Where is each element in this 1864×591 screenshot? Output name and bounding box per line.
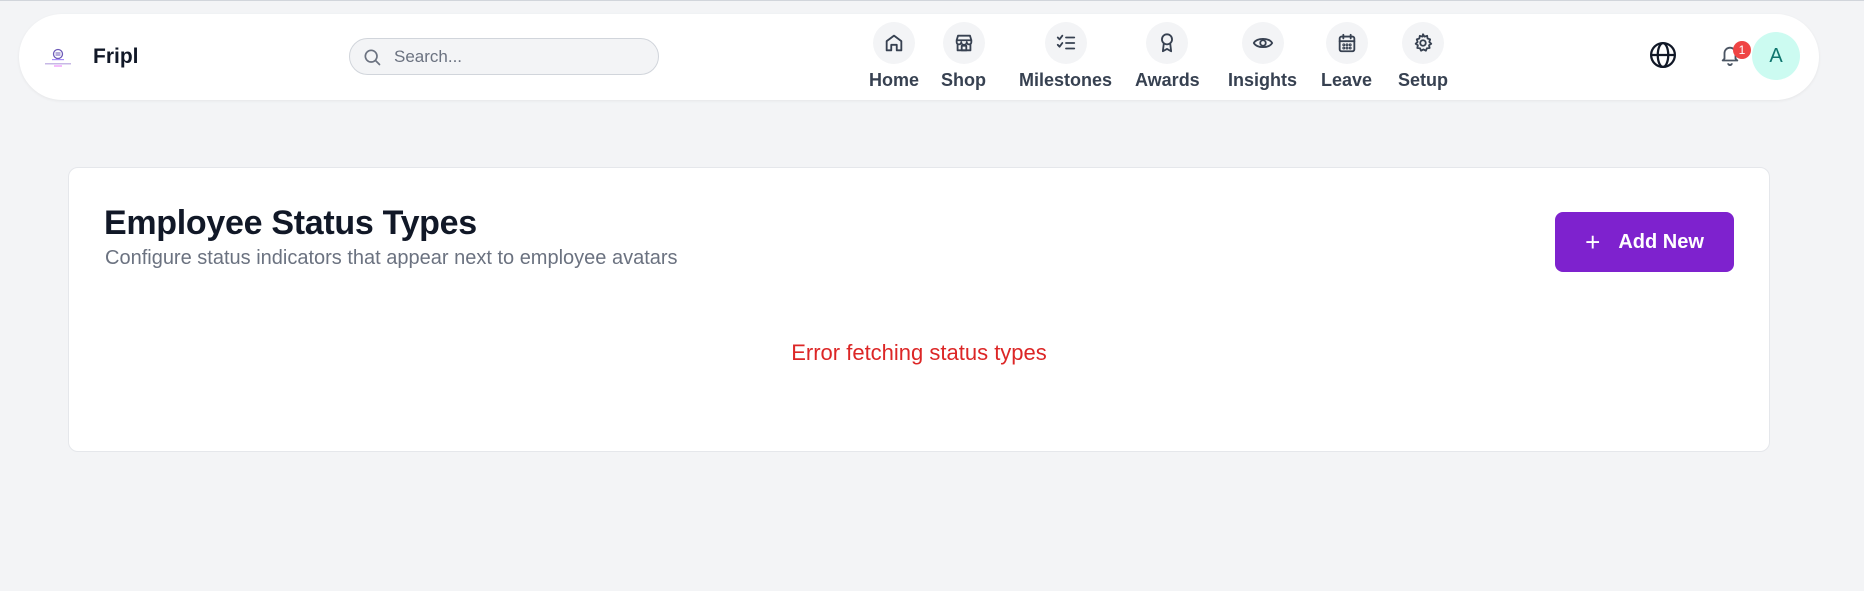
nav-label: Awards [1135,70,1200,90]
company-logo-icon [43,42,73,72]
nav-item-milestones[interactable]: Milestones [1019,22,1112,96]
nav-item-awards[interactable]: Awards [1135,22,1200,96]
nav-label: Leave [1321,70,1373,90]
gear-icon [1402,22,1444,64]
nav-label: Setup [1398,70,1449,90]
nav-item-setup[interactable]: Setup [1398,22,1448,96]
add-new-button[interactable]: + Add New [1555,212,1734,272]
language-button[interactable] [1646,40,1680,74]
error-message: Error fetching status types [791,340,1047,365]
search-icon [362,46,384,68]
nav-item-leave[interactable]: Leave [1321,22,1372,96]
nav-item-insights[interactable]: Insights [1228,22,1297,96]
home-icon [873,22,915,64]
brand[interactable]: Fripl [43,14,139,100]
search-box[interactable] [349,38,659,75]
search-input[interactable] [392,45,646,68]
page-title: Employee Status Types [104,204,477,242]
plus-icon: + [1585,227,1601,257]
nav-label: Shop [941,70,986,90]
notification-badge: 1 [1733,41,1751,59]
page-subtitle: Configure status indicators that appear … [105,247,678,269]
add-new-label: Add New [1618,230,1704,253]
checklist-icon [1044,22,1087,64]
brand-name: Fripl [93,45,139,68]
calendar-icon [1325,22,1368,64]
nav-label: Milestones [1019,70,1113,90]
status-types-card: Employee Status Types Configure status i… [68,167,1770,452]
nav-item-shop[interactable]: Shop [941,22,986,96]
eye-icon [1241,22,1284,64]
user-avatar[interactable]: A [1752,32,1800,80]
top-border [0,0,1864,13]
nav-label: Insights [1228,70,1298,90]
globe-icon [1648,40,1678,75]
store-icon [942,22,985,64]
nav-label: Home [869,70,920,90]
nav-item-home[interactable]: Home [869,22,919,96]
top-navbar: Fripl Home Shop [19,14,1819,100]
award-icon [1146,22,1189,64]
